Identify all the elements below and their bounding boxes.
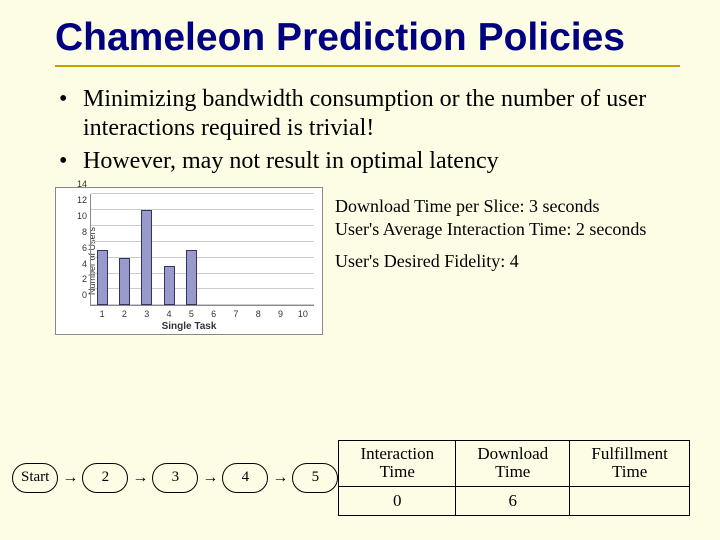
table-header: Download Time [456, 440, 570, 486]
flow-arrow-icon: → [62, 470, 78, 486]
chart-xtick: 8 [256, 309, 261, 319]
flow-arrow-icon: → [132, 470, 148, 486]
flow-node: 2 [82, 463, 128, 493]
bullet-list: Minimizing bandwidth consumption or the … [55, 85, 680, 175]
chart-ytick: 12 [73, 195, 87, 205]
chart-xtick: 9 [278, 309, 283, 319]
flow-arrow-icon: → [202, 470, 218, 486]
chart-bar [164, 266, 175, 306]
info-line: User's Desired Fidelity: 4 [335, 250, 646, 273]
table-cell: 0 [339, 487, 456, 516]
chart-xtick: 10 [298, 309, 308, 319]
chart-gridline [91, 225, 314, 226]
chart-ytick: 0 [73, 290, 87, 300]
bar-chart: Number of Users 0246810121412345678910 S… [55, 187, 323, 335]
chart-gridline [91, 241, 314, 242]
info-line: Download Time per Slice: 3 seconds [335, 195, 646, 218]
table-cell: 6 [456, 487, 570, 516]
info-line: User's Average Interaction Time: 2 secon… [335, 218, 646, 241]
chart-bar [119, 258, 130, 306]
chart-xtick: 7 [233, 309, 238, 319]
chart-plot-area: 0246810121412345678910 [90, 194, 314, 306]
bullet-item: Minimizing bandwidth consumption or the … [55, 85, 680, 143]
table-header: Interaction Time [339, 440, 456, 486]
chart-ytick: 6 [73, 243, 87, 253]
chart-xtick: 5 [189, 309, 194, 319]
table-header: Fulfillment Time [570, 440, 690, 486]
chart-xtick: 6 [211, 309, 216, 319]
bullet-item: However, may not result in optimal laten… [55, 147, 680, 176]
flow-arrow-icon: → [272, 470, 288, 486]
chart-ytick: 2 [73, 274, 87, 284]
chart-ytick: 14 [73, 179, 87, 189]
info-text-block: Download Time per Slice: 3 seconds User'… [335, 187, 646, 273]
flow-node: 4 [222, 463, 268, 493]
chart-xtick: 4 [167, 309, 172, 319]
chart-gridline [91, 209, 314, 210]
chart-ytick: 4 [73, 259, 87, 269]
chart-xtick: 3 [144, 309, 149, 319]
chart-gridline [91, 193, 314, 194]
chart-xtick: 2 [122, 309, 127, 319]
chart-xtick: 1 [100, 309, 105, 319]
chart-bar [141, 210, 152, 305]
flow-node: 5 [292, 463, 338, 493]
flow-node: Start [12, 463, 58, 493]
flow-diagram: Start→2→3→4→5 [12, 463, 338, 493]
chart-ytick: 8 [73, 227, 87, 237]
results-table: Interaction Time Download Time Fulfillme… [338, 440, 690, 516]
chart-bar [97, 250, 108, 306]
flow-node: 3 [152, 463, 198, 493]
table-cell [570, 487, 690, 516]
chart-ytick: 10 [73, 211, 87, 221]
slide-title: Chameleon Prediction Policies [55, 18, 680, 59]
chart-bar [186, 250, 197, 306]
chart-xlabel: Single Task [162, 321, 217, 332]
title-underline [55, 65, 680, 67]
